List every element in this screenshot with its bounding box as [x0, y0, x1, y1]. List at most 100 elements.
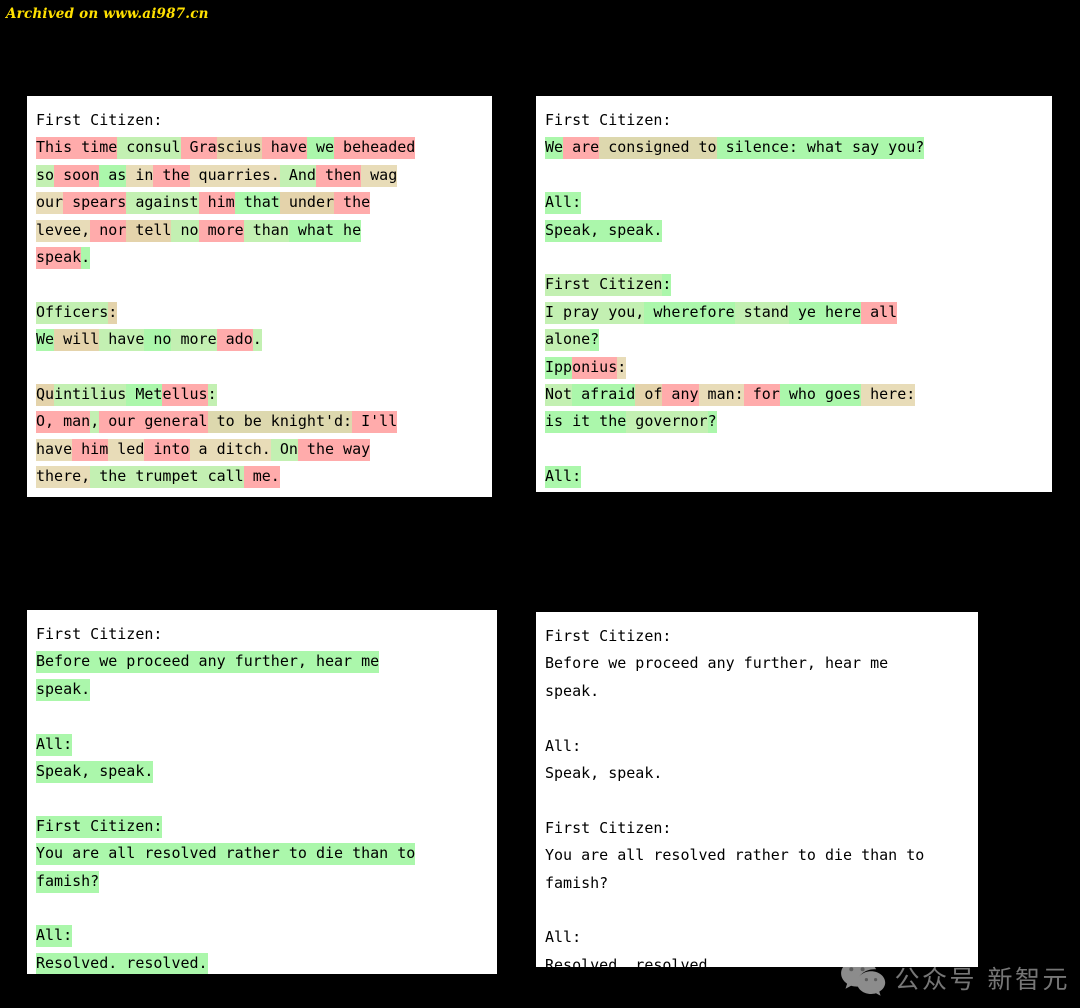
token: ellus — [162, 383, 208, 406]
token: alone — [545, 329, 591, 352]
text-line: Not afraid of any man: for who goes here… — [545, 381, 1044, 408]
token: what — [288, 219, 335, 242]
text-panel-3: First Citizen: Before we proceed any furt… — [27, 610, 497, 974]
token: speak. — [36, 678, 91, 701]
text-line: there, the trumpet call me. — [36, 463, 484, 490]
token: First Citizen: — [545, 818, 672, 837]
token: into — [144, 438, 190, 461]
token: First Citizen — [545, 274, 663, 297]
text-line: Before we proceed any further, hear me — [36, 648, 489, 675]
text-line: First Citizen: — [36, 107, 484, 134]
text-line: famish? — [545, 870, 970, 897]
token: quarries. — [189, 164, 280, 187]
text-line: You are all resolved rather to die than … — [545, 842, 970, 869]
token: First Citizen: — [545, 627, 672, 645]
token: First Citizen: — [36, 111, 163, 129]
token: All: — [545, 928, 582, 947]
text-line: We will have no more ado. — [36, 326, 484, 353]
token: ? — [590, 329, 600, 352]
text-line: First Citizen: — [36, 621, 489, 648]
archive-banner: Archived on www.ai987.cn — [6, 6, 209, 22]
token: You are all resolved rather to die than … — [545, 846, 925, 865]
token: I — [545, 301, 555, 324]
token: he — [334, 219, 362, 242]
text-line: All: — [545, 733, 970, 760]
token: I'll — [352, 411, 398, 434]
token: Officers — [36, 301, 109, 324]
token: have — [99, 329, 145, 352]
token: that — [234, 192, 280, 215]
text-panel-2: First Citizen: We are consigned to silenc… — [536, 96, 1052, 492]
token: him — [198, 192, 235, 215]
text-line: have him led into a ditch. On the way — [36, 436, 484, 463]
token: All: — [545, 466, 582, 489]
text-line — [545, 162, 1044, 189]
token: : — [207, 383, 217, 406]
token: : — [662, 274, 672, 297]
token: be — [234, 411, 262, 434]
token: First Citizen: — [36, 625, 163, 643]
token: to — [689, 137, 717, 160]
text-line: Ipponius: — [545, 354, 1044, 381]
token: in — [126, 164, 154, 187]
token: the — [153, 164, 190, 187]
token: call — [198, 466, 244, 489]
token: our — [36, 192, 64, 215]
token: are — [563, 137, 600, 160]
token: for — [743, 383, 780, 406]
token: goes — [815, 383, 862, 406]
text-line: All: — [545, 189, 1044, 216]
token: more — [198, 219, 244, 242]
token: ye — [788, 301, 816, 324]
token: man: — [698, 383, 744, 406]
text-line: Speak, speak. — [36, 758, 489, 785]
text-line — [36, 895, 489, 922]
token: Speak, speak. — [36, 760, 154, 783]
token: no — [171, 219, 199, 242]
text-line: speak. — [545, 678, 970, 705]
token: . — [81, 246, 91, 269]
token: intilius — [54, 383, 127, 406]
token: what — [797, 137, 844, 160]
text-line: Speak, speak. — [545, 217, 1044, 244]
token: you, — [599, 301, 645, 324]
token: silence: — [716, 137, 798, 160]
text-line: speak. — [36, 676, 489, 703]
text-line: famish? — [36, 868, 489, 895]
token: ? — [707, 411, 717, 434]
text-line — [36, 703, 489, 730]
token: levee, — [36, 219, 91, 242]
text-line: First Citizen: — [36, 813, 489, 840]
token: Before we proceed any further, hear me — [545, 654, 889, 673]
token: me. — [243, 466, 280, 489]
token: spears — [63, 192, 127, 215]
token: Met — [126, 383, 163, 406]
token: beheaded — [334, 137, 416, 160]
token: All: — [545, 192, 582, 215]
token: ado — [216, 329, 253, 352]
token: as — [99, 164, 127, 187]
text-line — [545, 787, 970, 814]
text-line: Quintilius Metellus: — [36, 381, 484, 408]
token: scius — [216, 137, 262, 160]
text-line: our spears against him that under the — [36, 189, 484, 216]
token: Speak, speak. — [545, 219, 663, 242]
token: con — [599, 137, 636, 160]
token: any — [662, 383, 699, 406]
token: onius — [572, 356, 618, 379]
text-line: First Citizen: — [545, 815, 970, 842]
token: here — [815, 301, 862, 324]
token: signed — [635, 137, 690, 160]
token: We — [36, 329, 55, 352]
token: All: — [545, 736, 582, 755]
text-line: All: — [545, 924, 970, 951]
token: You are all resolved rather to die than … — [36, 843, 416, 866]
